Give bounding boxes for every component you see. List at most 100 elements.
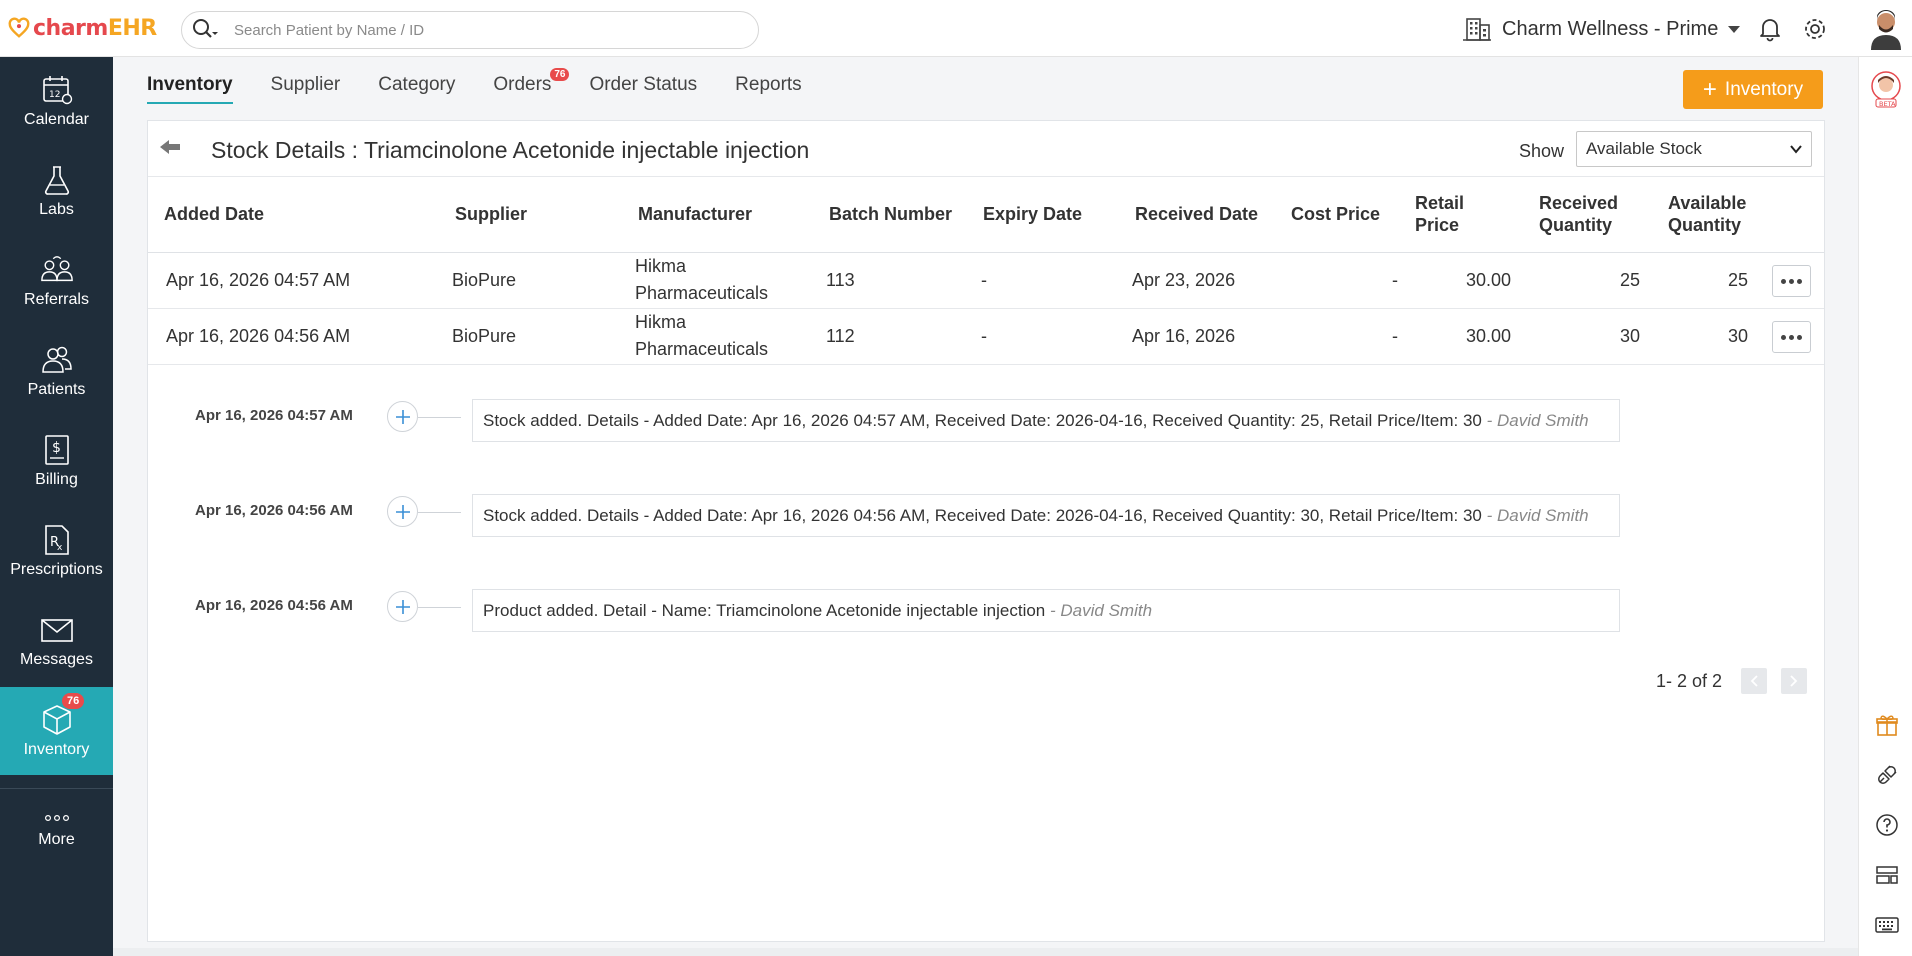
- tab-orders[interactable]: Orders 76: [493, 60, 570, 104]
- chevron-down-icon: [1790, 145, 1802, 154]
- cell-supplier: BioPure: [452, 270, 517, 290]
- svg-text:$: $: [52, 440, 61, 456]
- cell-received-quantity: 25: [1619, 270, 1640, 290]
- header-retail-price: Retail Price: [1415, 193, 1465, 235]
- timeline-date: Apr 16, 2026 04:56 AM: [195, 597, 353, 614]
- timeline-expand-plus-icon[interactable]: [387, 401, 418, 432]
- back-arrow-icon[interactable]: [158, 135, 182, 159]
- sidebar-item-label: Calendar: [24, 111, 89, 128]
- stock-filter-select[interactable]: Available Stock: [1576, 131, 1812, 167]
- gear-icon[interactable]: [1801, 15, 1829, 43]
- search-input[interactable]: [234, 21, 714, 39]
- page-title: Stock Details : Triamcinolone Acetonide …: [211, 137, 810, 163]
- tab-label: Reports: [735, 74, 802, 95]
- sidebar-item-more[interactable]: More: [0, 789, 113, 869]
- header-batch-number: Batch Number: [829, 204, 953, 224]
- tab-label: Order Status: [589, 74, 698, 95]
- header-added-date: Added Date: [164, 204, 265, 224]
- search-icon[interactable]: [188, 13, 222, 47]
- add-inventory-button[interactable]: + Inventory: [1683, 70, 1823, 109]
- timeline-entry: Product added. Detail - Name: Triamcinol…: [472, 589, 1620, 632]
- plug-icon[interactable]: [1874, 762, 1900, 788]
- cell-manufacturer: Hikma Pharmaceuticals: [635, 312, 769, 359]
- sidebar-item-messages[interactable]: Messages: [0, 597, 113, 685]
- plus-icon: +: [1702, 75, 1717, 103]
- card-header: Stock Details : Triamcinolone Acetonide …: [148, 121, 1824, 177]
- layout-icon[interactable]: [1874, 862, 1900, 888]
- cell-available-quantity: 30: [1727, 326, 1748, 346]
- patient-search[interactable]: [181, 11, 759, 49]
- building-icon: [1463, 18, 1491, 41]
- cell-added-date: Apr 16, 2026 04:57 AM: [166, 270, 351, 290]
- rx-icon: Rx: [40, 523, 74, 557]
- keyboard-icon[interactable]: [1874, 912, 1900, 938]
- cell-batch-number: 112: [826, 326, 855, 346]
- table-row[interactable]: Apr 16, 2026 04:56 AM BioPure Hikma Pharm…: [148, 309, 1824, 365]
- assistant-beta-icon[interactable]: BETA: [1867, 69, 1905, 109]
- sidebar-item-label: Labs: [39, 201, 74, 218]
- tab-order-status[interactable]: Order Status: [589, 60, 697, 104]
- tab-supplier[interactable]: Supplier: [271, 60, 341, 104]
- referrals-icon: [40, 253, 74, 287]
- timeline-connector: [418, 417, 461, 418]
- cell-added-date: Apr 16, 2026 04:56 AM: [166, 326, 351, 346]
- timeline-connector: [418, 512, 461, 513]
- cell-received-date: Apr 16, 2026: [1132, 326, 1236, 346]
- tab-label: Supplier: [270, 74, 341, 95]
- help-icon[interactable]: [1874, 812, 1900, 838]
- tab-reports[interactable]: Reports: [735, 60, 802, 104]
- tab-label: Inventory: [147, 74, 233, 95]
- cell-expiry-date: -: [981, 326, 987, 346]
- prev-page-button[interactable]: [1741, 668, 1767, 694]
- sidebar-item-label: Prescriptions: [10, 561, 103, 578]
- horizontal-scrollbar[interactable]: [113, 948, 1858, 956]
- pagination-summary: 1- 2 of 2: [1656, 671, 1723, 691]
- stock-details-card: Stock Details : Triamcinolone Acetonide …: [147, 120, 1825, 942]
- svg-text:x: x: [57, 543, 63, 553]
- gift-icon[interactable]: [1874, 712, 1900, 738]
- sidebar-item-prescriptions[interactable]: Rx Prescriptions: [0, 507, 113, 595]
- row-actions-more-icon[interactable]: [1772, 265, 1811, 297]
- header-expiry-date: Expiry Date: [983, 204, 1083, 224]
- timeline-entry: Stock added. Details - Added Date: Apr 1…: [472, 494, 1620, 537]
- table-row[interactable]: Apr 16, 2026 04:57 AM BioPure Hikma Pharm…: [148, 253, 1824, 309]
- flask-icon: [40, 163, 74, 197]
- cell-manufacturer: Hikma Pharmaceuticals: [635, 256, 769, 303]
- timeline-expand-plus-icon[interactable]: [387, 496, 418, 527]
- sidebar-item-label: Inventory: [23, 741, 90, 758]
- charm-ehr-logo[interactable]: charmEHR: [8, 13, 157, 43]
- svg-text:12: 12: [49, 90, 60, 100]
- cell-available-quantity: 25: [1727, 270, 1748, 290]
- patients-icon: [40, 343, 74, 377]
- cell-received-date: Apr 23, 2026: [1132, 270, 1236, 290]
- inventory-badge: 76: [62, 693, 85, 709]
- cell-supplier: BioPure: [452, 326, 517, 346]
- bell-icon[interactable]: [1756, 15, 1784, 43]
- billing-icon: $: [40, 433, 74, 467]
- sidebar-item-inventory[interactable]: 76 Inventory: [0, 687, 113, 775]
- tab-category[interactable]: Category: [378, 60, 455, 104]
- cell-retail-price: 30.00: [1465, 326, 1511, 346]
- tab-label: Category: [378, 74, 456, 95]
- sidebar-item-billing[interactable]: $ Billing: [0, 417, 113, 505]
- sidebar-item-referrals[interactable]: Referrals: [0, 237, 113, 325]
- calendar-icon: 12: [40, 73, 74, 107]
- timeline-expand-plus-icon[interactable]: [387, 591, 418, 622]
- sidebar-item-patients[interactable]: Patients: [0, 327, 113, 415]
- user-avatar[interactable]: [1866, 8, 1906, 50]
- sidebar-item-labs[interactable]: Labs: [0, 147, 113, 235]
- facility-selector[interactable]: Charm Wellness - Prime: [1462, 14, 1741, 44]
- cell-batch-number: 113: [826, 270, 855, 290]
- next-page-button[interactable]: [1781, 668, 1807, 694]
- top-bar: charmEHR Charm Wellness - Prime: [0, 0, 1912, 57]
- logo-text: charmEHR: [33, 15, 157, 41]
- svg-text:BETA: BETA: [1879, 100, 1896, 108]
- heart-logo-icon: [8, 17, 30, 38]
- cell-cost-price: -: [1392, 270, 1398, 290]
- tab-label: Orders: [493, 74, 552, 95]
- row-actions-more-icon[interactable]: [1772, 321, 1811, 353]
- add-inventory-label: Inventory: [1724, 78, 1804, 100]
- sidebar-item-calendar[interactable]: 12 Calendar: [0, 57, 113, 145]
- tab-inventory[interactable]: Inventory: [147, 60, 233, 104]
- chevron-left-icon: [1750, 675, 1758, 687]
